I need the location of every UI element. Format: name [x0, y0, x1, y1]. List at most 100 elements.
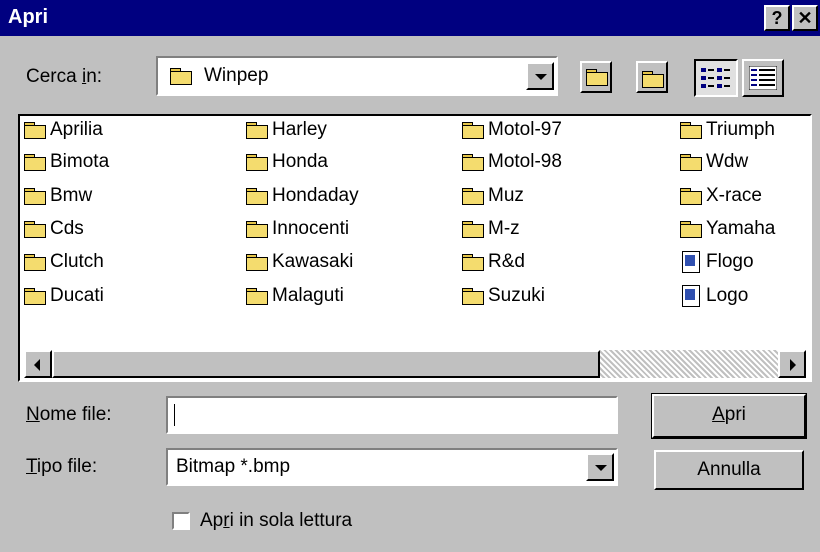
- file-list-item-label: Clutch: [50, 251, 104, 272]
- folder-icon: [462, 121, 484, 139]
- up-folder-icon: [586, 69, 608, 86]
- scroll-track[interactable]: [600, 350, 778, 378]
- file-list-item-label: X-race: [706, 185, 762, 206]
- help-button[interactable]: ?: [764, 5, 790, 31]
- file-list-item[interactable]: Innocenti: [246, 217, 349, 241]
- file-list-item[interactable]: Muz: [462, 184, 524, 208]
- file-list-item[interactable]: Motol-98: [462, 150, 562, 174]
- window-title: Apri: [8, 6, 48, 28]
- file-list-item-label: Bmw: [50, 185, 93, 206]
- file-list-item-label: Flogo: [706, 251, 754, 272]
- folder-icon: [462, 187, 484, 205]
- file-list-item[interactable]: Bmw: [24, 184, 92, 208]
- file-list-item[interactable]: M-z: [462, 217, 520, 241]
- scroll-thumb[interactable]: [52, 350, 600, 378]
- file-list-item-label: Muz: [488, 185, 524, 206]
- readonly-label[interactable]: Apri in sola lettura: [200, 510, 352, 532]
- bitmap-file-icon: [682, 284, 700, 307]
- new-folder-button[interactable]: [636, 61, 668, 93]
- filetype-select[interactable]: Bitmap *.bmp: [166, 448, 618, 486]
- file-list-item[interactable]: Aprilia: [24, 118, 103, 142]
- file-list-item-label: Motol-98: [488, 151, 562, 172]
- file-list-item-label: Yamaha: [706, 218, 776, 239]
- file-list-item[interactable]: Clutch: [24, 250, 104, 274]
- file-list-item-label: Suzuki: [488, 285, 546, 306]
- folder-icon: [246, 253, 268, 271]
- folder-icon: [24, 287, 46, 305]
- folder-icon: [680, 153, 702, 171]
- readonly-checkbox[interactable]: [172, 512, 190, 530]
- lookin-value: Winpep: [204, 65, 269, 86]
- file-list-item-label: Ducati: [50, 285, 104, 306]
- file-list-item-label: Wdw: [706, 151, 749, 172]
- scroll-left-button[interactable]: [24, 350, 52, 378]
- details-view-icon: [749, 66, 777, 90]
- file-list-item[interactable]: Suzuki: [462, 284, 545, 308]
- list-view-button[interactable]: [694, 59, 738, 97]
- folder-icon: [246, 153, 268, 171]
- file-list-item[interactable]: Yamaha: [680, 217, 775, 241]
- list-view-icon: [701, 68, 730, 88]
- filetype-dropdown-button[interactable]: [586, 453, 614, 481]
- folder-icon: [680, 187, 702, 205]
- file-list-item[interactable]: Malaguti: [246, 284, 344, 308]
- folder-icon: [462, 253, 484, 271]
- folder-icon: [24, 121, 46, 139]
- file-list-item-label: Aprilia: [50, 119, 103, 140]
- file-list-item[interactable]: Cds: [24, 217, 84, 241]
- file-list-item[interactable]: Honda: [246, 150, 328, 174]
- file-list-item[interactable]: Hondaday: [246, 184, 359, 208]
- cancel-button[interactable]: Annulla: [654, 450, 804, 490]
- lookin-label: Cerca in:: [26, 66, 103, 87]
- file-list-item[interactable]: Triumph: [680, 118, 775, 142]
- file-list-item[interactable]: X-race: [680, 184, 762, 208]
- folder-icon: [246, 187, 268, 205]
- file-list-item-label: Bimota: [50, 151, 110, 172]
- file-list-item[interactable]: Wdw: [680, 150, 748, 174]
- file-list-item[interactable]: R&d: [462, 250, 525, 274]
- chevron-down-icon: [535, 74, 547, 80]
- close-icon: ✕: [797, 8, 813, 28]
- file-list-item-label: Motol-97: [488, 119, 562, 140]
- folder-icon: [24, 153, 46, 171]
- file-list-item-label: Cds: [50, 218, 84, 239]
- text-caret: [174, 404, 175, 426]
- folder-icon: [246, 287, 268, 305]
- scroll-right-button[interactable]: [778, 350, 806, 378]
- file-list-item-label: R&d: [488, 251, 525, 272]
- details-view-button[interactable]: [742, 59, 784, 97]
- filename-input[interactable]: [166, 396, 618, 434]
- file-list[interactable]: Aprilia Bimota Bmw Cds Clutch Ducati Harley Hon…: [18, 114, 812, 382]
- bitmap-file-icon: [682, 250, 700, 273]
- help-icon: ?: [771, 8, 783, 28]
- folder-icon: [246, 220, 268, 238]
- lookin-dropdown-button[interactable]: [526, 62, 554, 90]
- chevron-down-icon: [595, 465, 607, 471]
- file-list-item-label: Honda: [272, 151, 328, 172]
- file-list-item[interactable]: Flogo: [680, 250, 754, 274]
- filename-label: Nome file:: [26, 404, 112, 425]
- new-folder-icon: [642, 71, 664, 88]
- horizontal-scrollbar[interactable]: [24, 350, 806, 378]
- close-button[interactable]: ✕: [792, 5, 818, 31]
- file-list-item[interactable]: Kawasaki: [246, 250, 353, 274]
- folder-icon: [680, 220, 702, 238]
- file-list-item[interactable]: Logo: [680, 284, 748, 308]
- file-list-item[interactable]: Motol-97: [462, 118, 562, 142]
- chevron-left-icon: [34, 359, 40, 371]
- folder-icon: [24, 253, 46, 271]
- folder-icon: [462, 153, 484, 171]
- folder-icon: [246, 121, 268, 139]
- up-folder-button[interactable]: [580, 61, 612, 93]
- open-folder-icon: [170, 68, 192, 85]
- folder-icon: [462, 287, 484, 305]
- open-button[interactable]: Apri: [651, 393, 807, 439]
- file-list-item[interactable]: Ducati: [24, 284, 104, 308]
- file-list-item-label: Hondaday: [272, 185, 359, 206]
- folder-icon: [24, 220, 46, 238]
- filetype-label: Tipo file:: [26, 456, 98, 477]
- lookin-select[interactable]: Winpep: [156, 56, 558, 96]
- file-list-item[interactable]: Bimota: [24, 150, 109, 174]
- folder-icon: [462, 220, 484, 238]
- file-list-item[interactable]: Harley: [246, 118, 327, 142]
